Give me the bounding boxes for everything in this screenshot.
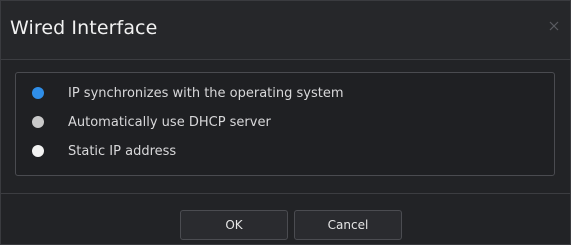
- radio-selected-icon[interactable]: [32, 87, 44, 99]
- radio-icon[interactable]: [32, 116, 44, 128]
- footer-divider: [1, 193, 570, 194]
- cancel-button[interactable]: Cancel: [294, 210, 402, 240]
- option-label: Static IP address: [68, 143, 177, 159]
- option-ip-sync-os[interactable]: IP synchronizes with the operating syste…: [32, 83, 344, 103]
- dialog-title-bar: Wired Interface: [1, 1, 570, 60]
- wired-interface-dialog: Wired Interface IP synchronizes with the…: [0, 0, 571, 245]
- option-label: Automatically use DHCP server: [68, 114, 271, 130]
- ok-button[interactable]: OK: [180, 210, 288, 240]
- option-label: IP synchronizes with the operating syste…: [68, 85, 344, 101]
- dialog-title: Wired Interface: [10, 17, 158, 39]
- radio-icon[interactable]: [32, 145, 44, 157]
- ip-options-panel: IP synchronizes with the operating syste…: [15, 72, 555, 176]
- option-dhcp[interactable]: Automatically use DHCP server: [32, 112, 271, 132]
- option-static-ip[interactable]: Static IP address: [32, 141, 176, 161]
- close-icon[interactable]: [547, 19, 561, 33]
